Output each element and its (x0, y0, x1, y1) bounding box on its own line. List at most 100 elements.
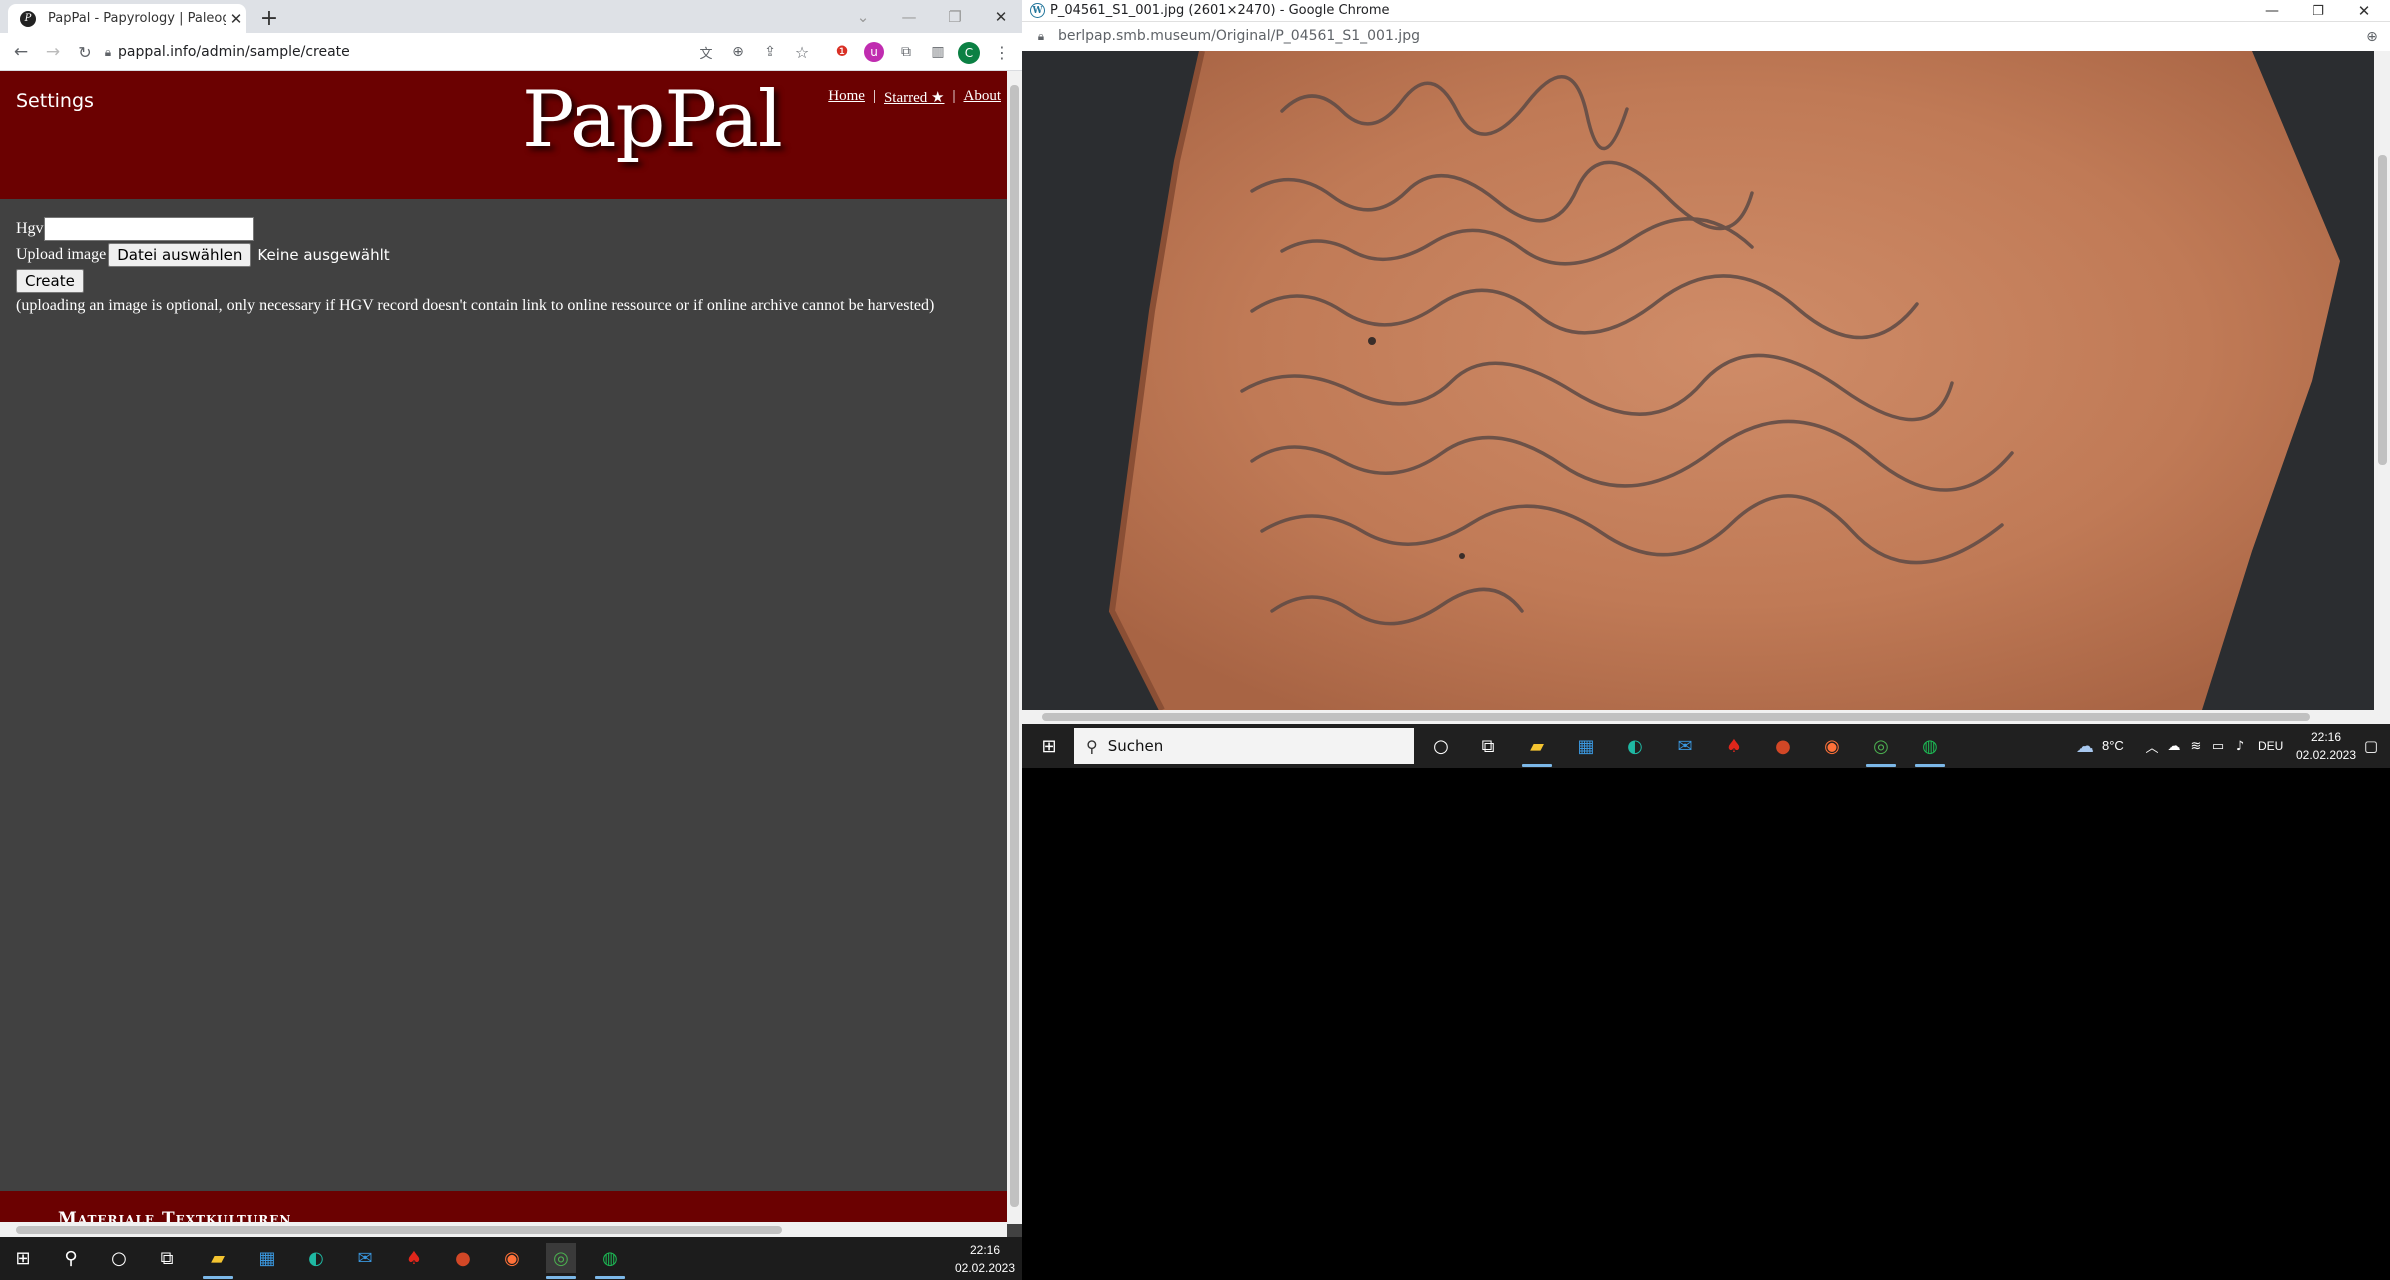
nav-separator: | (952, 88, 956, 104)
extension-red-icon[interactable]: ❶ (832, 42, 852, 62)
share-icon[interactable]: ⇪ (760, 42, 780, 62)
lock-icon: 🔒︎ (104, 44, 112, 59)
translate-icon[interactable]: 文 (696, 42, 716, 62)
choose-file-button[interactable]: Datei auswählen (108, 243, 252, 267)
file-explorer-icon[interactable]: ▰ (1522, 731, 1552, 761)
create-button[interactable]: Create (16, 269, 84, 293)
task-view-icon[interactable]: ⧉ (152, 1243, 182, 1273)
tab-pappal[interactable]: P PapPal - Papyrology | Paleography ✕ (8, 4, 246, 33)
windows-start-icon[interactable]: ⊞ (8, 1243, 38, 1273)
extensions-puzzle-icon[interactable]: ⧉ (896, 42, 916, 62)
edge-icon[interactable]: ◐ (301, 1243, 331, 1273)
mail-icon[interactable]: ✉ (1670, 731, 1700, 761)
powerpoint-icon[interactable]: ● (1768, 731, 1798, 761)
upload-row: Upload image Datei auswählen Keine ausge… (16, 242, 1006, 268)
vertical-scrollbar[interactable] (2374, 51, 2390, 710)
spotify-icon[interactable]: ◍ (595, 1243, 625, 1273)
url-field[interactable]: berlpap.smb.museum/Original/P_04561_S1_0… (1058, 28, 1420, 44)
reload-icon[interactable]: ↻ (74, 41, 96, 63)
nav-about-link[interactable]: About (964, 88, 1002, 107)
ostracon-photo (1022, 51, 2389, 710)
mail-icon[interactable]: ✉ (350, 1243, 380, 1273)
active-indicator (1522, 764, 1552, 767)
bookmark-star-icon[interactable]: ☆ (792, 42, 812, 62)
hgv-label: Hgv (16, 220, 44, 237)
tray-chevron-icon[interactable]: ︿ (2142, 731, 2162, 761)
pappal-logo[interactable]: PapPal (522, 75, 783, 165)
search-placeholder: Suchen (1107, 737, 1164, 755)
minimize-button[interactable]: — (886, 0, 932, 33)
clock-time: 22:16 (969, 1243, 1001, 1257)
input-language[interactable]: DEU (2258, 737, 2283, 755)
extension-purple-icon[interactable]: u (864, 42, 884, 62)
upload-note: (uploading an image is optional, only ne… (16, 297, 935, 314)
scrollbar-thumb[interactable] (2378, 155, 2387, 465)
new-tab-button[interactable]: + (256, 5, 282, 31)
active-indicator (595, 1276, 625, 1279)
image-window-address-bar: 🔒︎ berlpap.smb.museum/Original/P_04561_S… (1022, 22, 2390, 51)
onedrive-sync-icon[interactable]: ☁ (2164, 731, 2184, 761)
scrollbar-thumb[interactable] (16, 1226, 782, 1234)
microsoft-store-icon[interactable]: ▦ (252, 1243, 282, 1273)
vertical-scrollbar[interactable] (1007, 71, 1022, 1224)
chrome-icon[interactable]: ◎ (546, 1243, 576, 1273)
wordpress-icon: W (1030, 3, 1045, 18)
powerpoint-icon[interactable]: ● (448, 1243, 478, 1273)
top-nav: Home | Starred ★ | About (828, 88, 1001, 107)
file-explorer-icon[interactable]: ▰ (203, 1243, 233, 1273)
microsoft-store-icon[interactable]: ▦ (1571, 731, 1601, 761)
horizontal-scrollbar[interactable] (1022, 710, 2390, 724)
taskbar-left-screen: ⊞ ⚲ ○ ⧉ ▰ ▦ ◐ ✉ ♠ ● ◉ ◎ ◍ 22:16 02.02.20… (0, 1237, 1022, 1280)
close-window-button[interactable]: ✕ (978, 0, 1024, 33)
notifications-icon[interactable]: ▢ (2358, 731, 2384, 761)
close-tab-icon[interactable]: ✕ (226, 10, 246, 28)
acrobat-icon[interactable]: ♠ (399, 1243, 429, 1273)
weather-cloud-icon[interactable]: ☁ (2072, 731, 2098, 761)
volume-icon[interactable]: ♪ (2230, 731, 2250, 761)
side-panel-icon[interactable]: ▥ (928, 42, 948, 62)
hgv-input[interactable] (43, 217, 254, 241)
horizontal-scrollbar[interactable] (0, 1222, 1007, 1237)
restore-button[interactable]: ❐ (932, 0, 978, 33)
forward-arrow-icon[interactable]: → (42, 41, 64, 63)
chrome-icon[interactable]: ◎ (1866, 731, 1896, 761)
close-window-button[interactable]: ✕ (2344, 0, 2384, 22)
url-field[interactable]: pappal.info/admin/sample/create (118, 44, 350, 60)
task-view-icon[interactable]: ⧉ (1473, 731, 1503, 761)
restore-button[interactable]: ❐ (2298, 0, 2338, 22)
zoom-icon[interactable]: ⊕ (728, 42, 748, 62)
clock[interactable]: 22:16 02.02.2023 (2292, 728, 2360, 764)
profile-avatar-icon[interactable]: C (958, 42, 980, 64)
ostracon-image[interactable] (1022, 51, 2389, 710)
tab-search-icon[interactable]: ⌄ (840, 0, 886, 33)
back-arrow-icon[interactable]: ← (10, 41, 32, 63)
acrobat-icon[interactable]: ♠ (1719, 731, 1749, 761)
cortana-icon[interactable]: ○ (1426, 731, 1456, 761)
nav-starred-link[interactable]: Starred ★ (884, 88, 945, 107)
window-title: P_04561_S1_001.jpg (2601×2470) - Google … (1050, 3, 1390, 18)
firefox-icon[interactable]: ◉ (1817, 731, 1847, 761)
search-icon[interactable]: ⚲ (56, 1243, 86, 1273)
scrollbar-thumb[interactable] (1010, 85, 1019, 1207)
menu-kebab-icon[interactable]: ⋮ (992, 42, 1012, 62)
windows-start-icon[interactable]: ⊞ (1034, 731, 1064, 761)
address-bar-row: ← → ↻ 🔒︎ pappal.info/admin/sample/create… (0, 33, 1022, 71)
weather-temp[interactable]: 8°C (2102, 737, 2124, 755)
clock[interactable]: 22:16 02.02.2023 (950, 1241, 1020, 1277)
minimize-button[interactable]: — (2252, 0, 2292, 22)
taskbar-search-box[interactable]: ⚲ Suchen (1074, 728, 1414, 764)
firefox-icon[interactable]: ◉ (497, 1243, 527, 1273)
settings-link[interactable]: Settings (16, 90, 94, 112)
nav-separator: | (872, 88, 876, 104)
active-indicator (1866, 764, 1896, 767)
spotify-icon[interactable]: ◍ (1915, 731, 1945, 761)
wifi-icon[interactable]: ≋ (2186, 731, 2206, 761)
zoom-icon[interactable]: ⊕ (2362, 27, 2382, 47)
left-browser-window: P PapPal - Papyrology | Paleography ✕ + … (0, 0, 1022, 1237)
scrollbar-thumb[interactable] (1042, 713, 2310, 721)
edge-icon[interactable]: ◐ (1620, 731, 1650, 761)
battery-icon[interactable]: ▭ (2208, 731, 2228, 761)
hgv-row: Hgv (16, 216, 1006, 242)
cortana-icon[interactable]: ○ (104, 1243, 134, 1273)
nav-home-link[interactable]: Home (828, 88, 865, 107)
